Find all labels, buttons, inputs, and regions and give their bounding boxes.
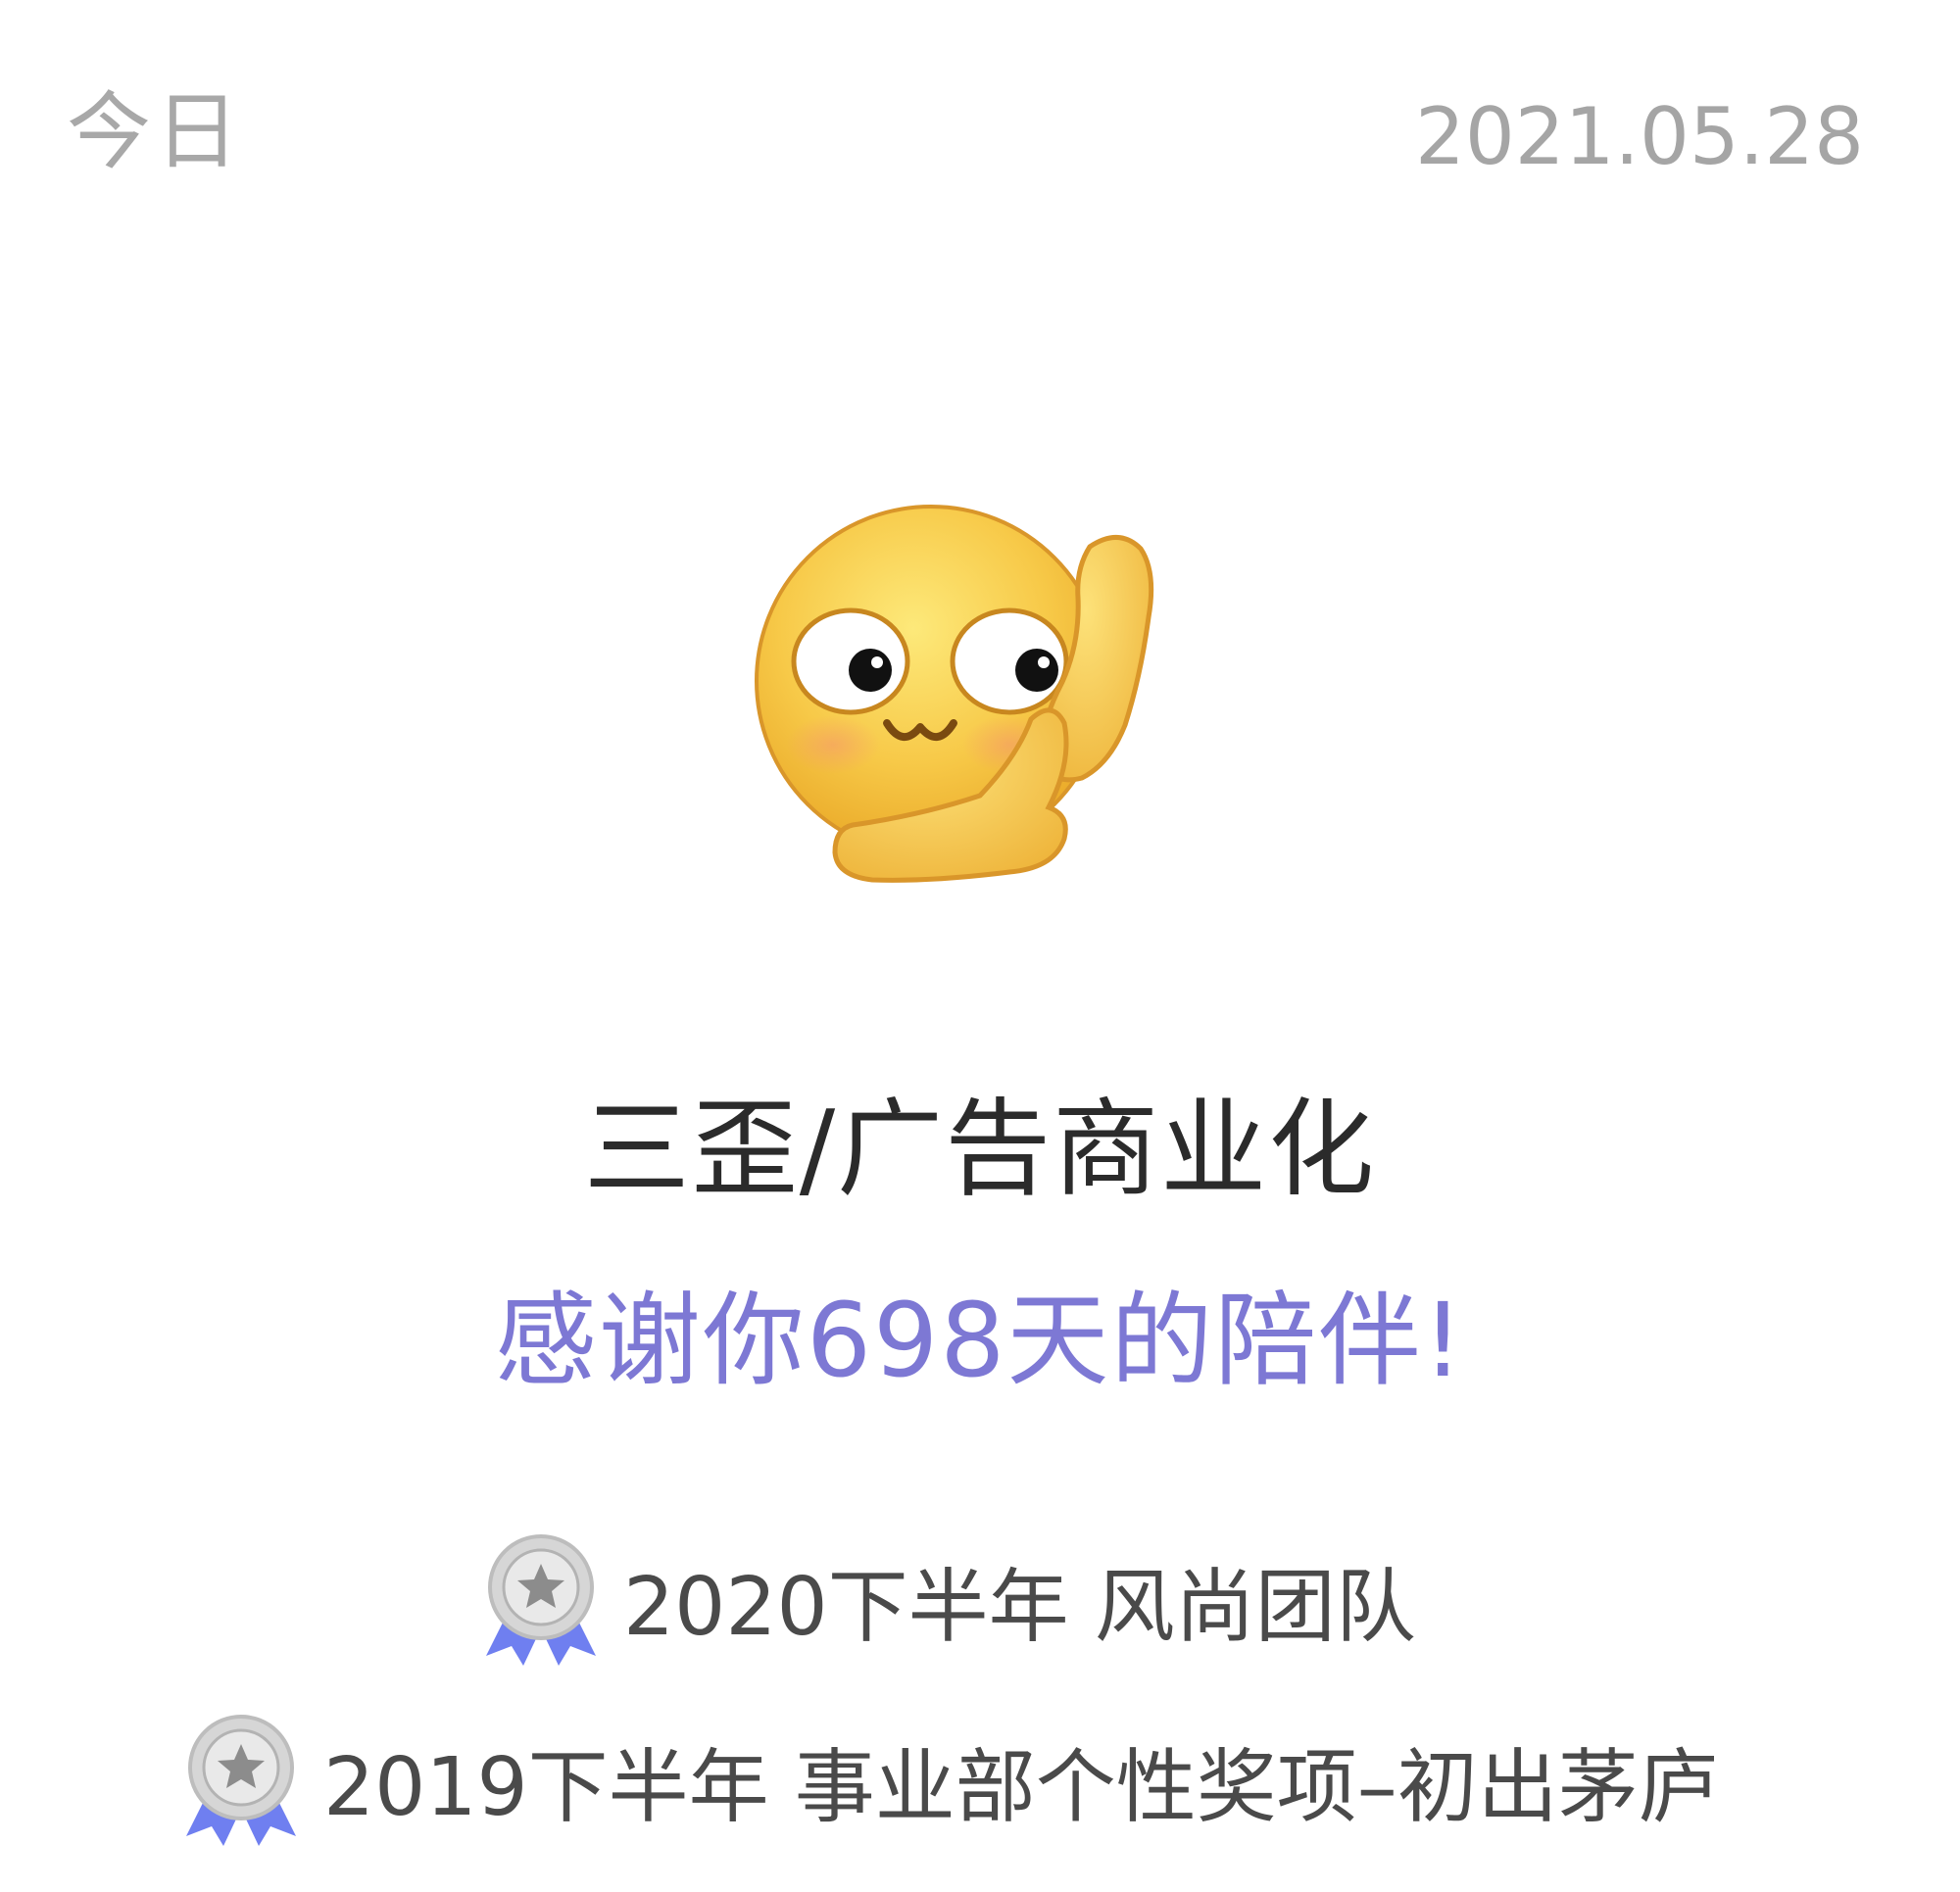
header-label: 今日 [67,83,243,181]
waving-smiley-emoji-icon [755,505,1154,883]
header-date: 2021.05.28 [1414,91,1864,182]
team-name: 三歪/广告商业化 [583,1089,1377,1211]
award-text: 2019下半年 事业部个性奖项–初出茅庐 [323,1741,1719,1834]
avatar [725,461,1196,911]
silver-medal-icon [186,1715,296,1846]
thanks-message: 感谢你698天的陪伴! [494,1281,1466,1400]
award-text: 2020下半年 风尚团队 [623,1561,1416,1654]
award-item: 2020下半年 风尚团队 [478,1530,1416,1668]
award-item: 2019下半年 事业部个性奖项–初出茅庐 [178,1711,1719,1848]
silver-medal-icon [486,1534,596,1666]
